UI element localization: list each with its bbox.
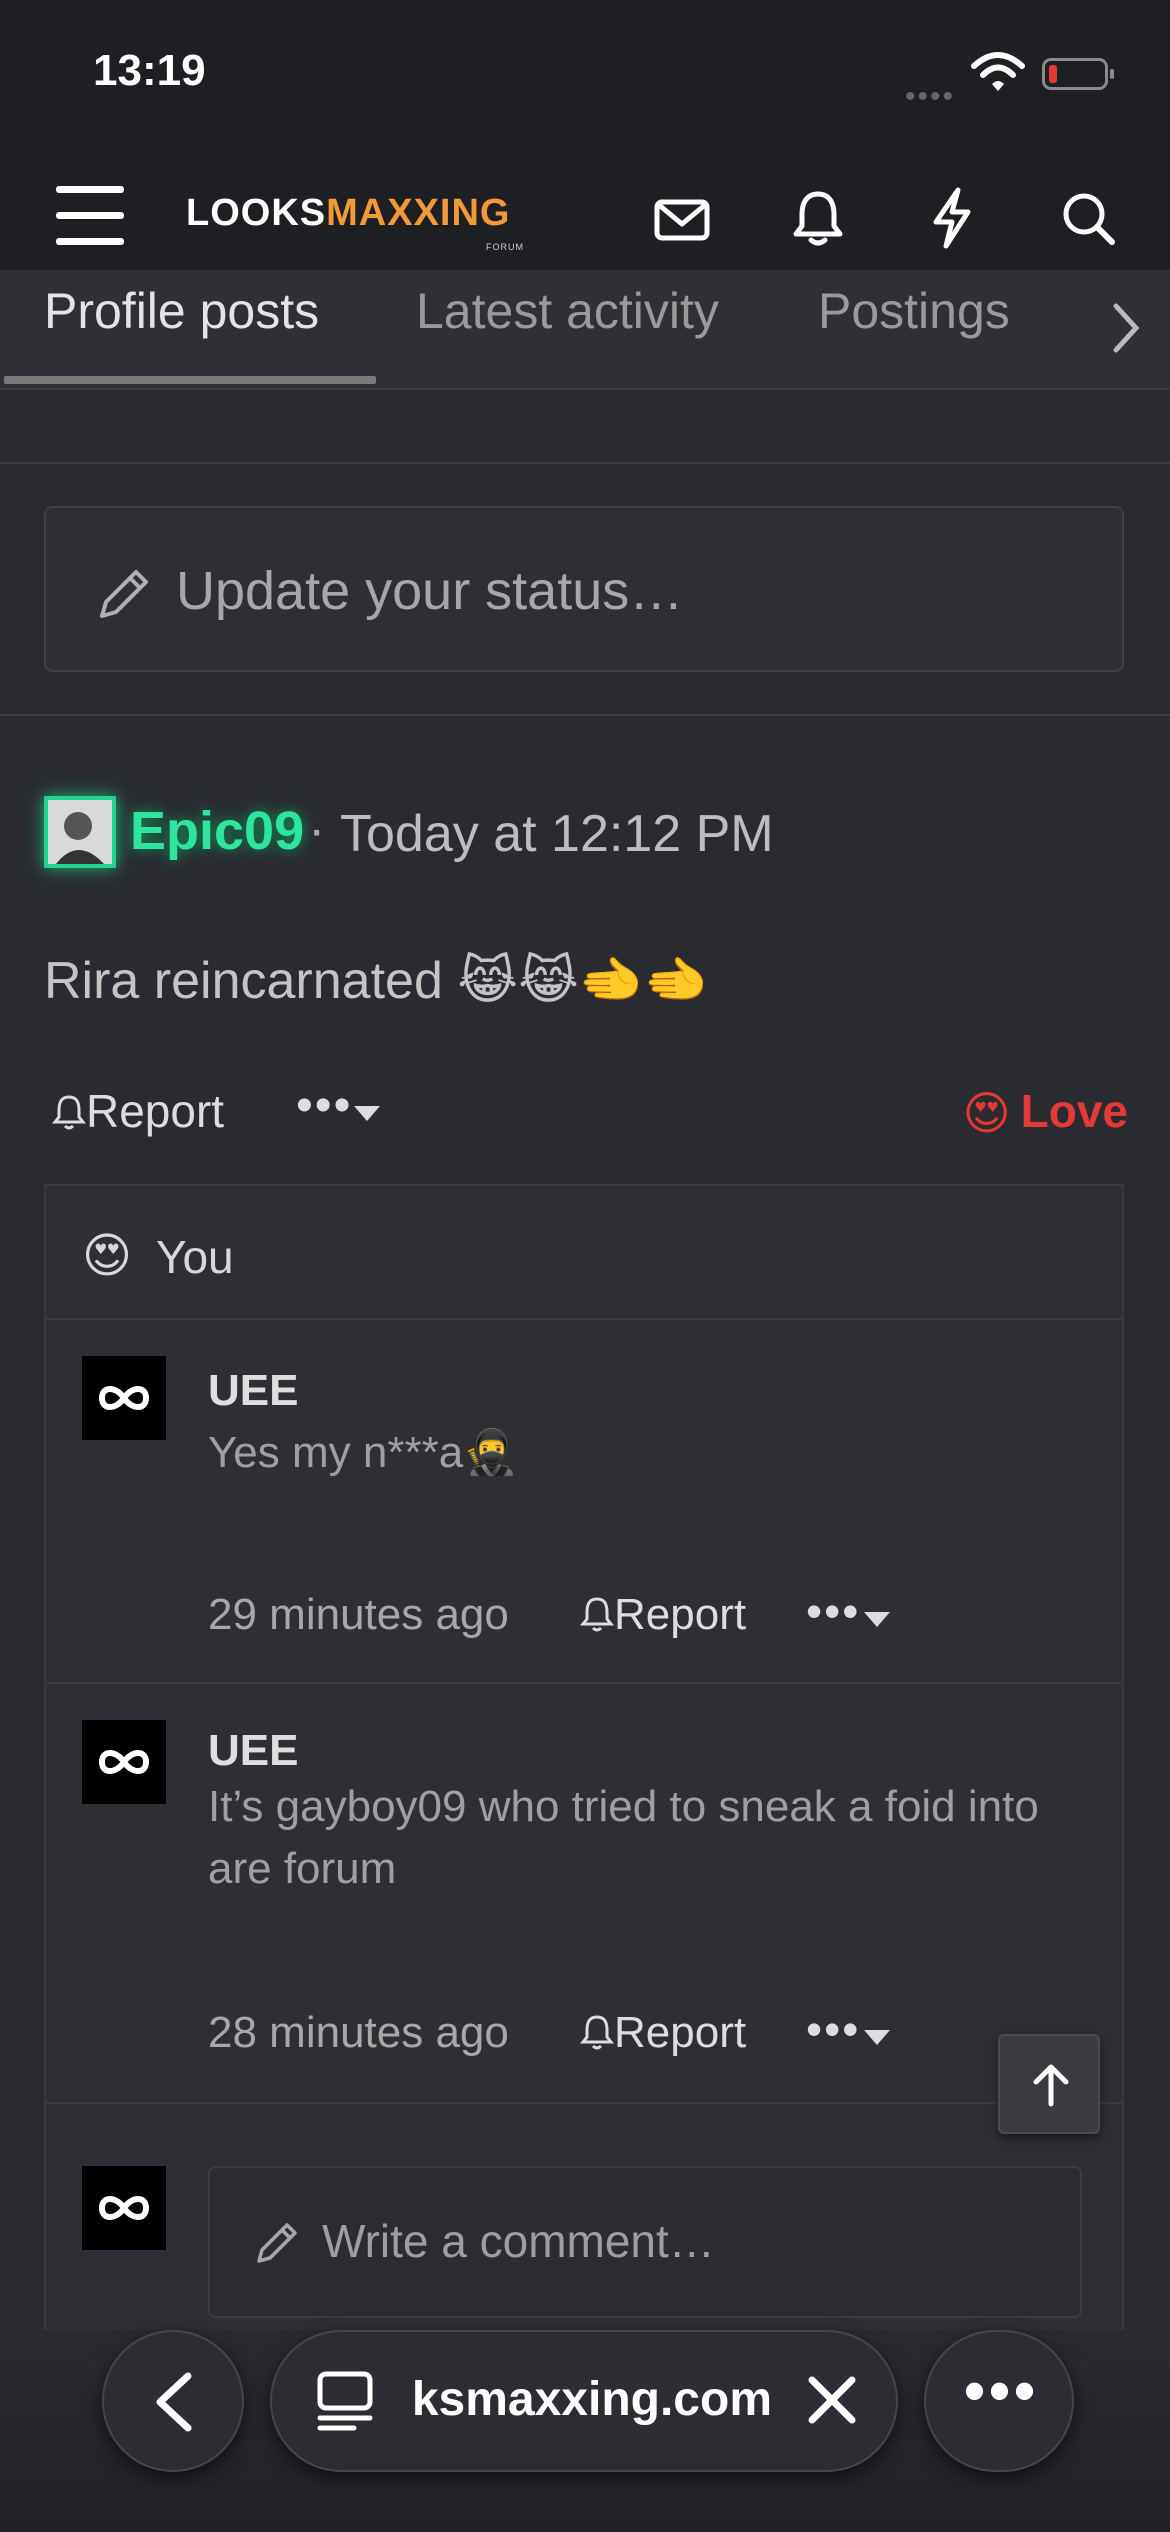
profile-tabs: Profile posts Latest activity Postings (0, 270, 1170, 390)
comment-item: UEE It’s gayboy09 who tried to sneak a f… (46, 1686, 1122, 2104)
bell-outline-icon (580, 2015, 614, 2050)
url-text: looksmaxxing.com (412, 2373, 772, 2426)
avatar[interactable] (82, 1720, 166, 1804)
bell-icon[interactable] (792, 188, 844, 248)
comment-meta: 28 minutes ago Report ••• (208, 2003, 1008, 2068)
active-tab-indicator (4, 376, 376, 384)
logo-text-looks: LOOKS (186, 192, 327, 234)
comment-author[interactable]: UEE (208, 1366, 298, 1416)
more-options-button[interactable]: ••• (806, 1584, 860, 1638)
comment-timestamp[interactable]: 28 minutes ago (208, 2008, 509, 2058)
post-body: Rira reincarnated 😹😹🫲🫲 (44, 952, 709, 1010)
comment-composer: Write a comment… (46, 2130, 1122, 2344)
comment-placeholder: Write a comment… (322, 2215, 715, 2267)
tabs-icon (317, 2371, 373, 2431)
pencil-icon (100, 570, 148, 618)
search-icon[interactable] (1060, 190, 1116, 246)
infinity-logo-icon (98, 2196, 150, 2220)
chevron-down-icon[interactable] (864, 1612, 890, 1627)
tab-postings[interactable]: Postings (818, 282, 1010, 340)
update-status-placeholder: Update your status… (176, 561, 684, 621)
avatar-image-icon (48, 800, 112, 864)
reactions-summary[interactable]: 😍 You (46, 1186, 1122, 1320)
address-bar[interactable]: looksmaxxing.com (270, 2330, 898, 2472)
love-reaction-button[interactable]: 😍 Love (963, 1084, 1128, 1140)
wifi-icon (971, 52, 1025, 91)
browser-toolbar: looksmaxxing.com ••• (0, 2330, 1170, 2532)
tab-profile-posts[interactable]: Profile posts (44, 282, 319, 340)
back-button[interactable] (102, 2330, 244, 2472)
avatar[interactable] (44, 796, 116, 868)
close-icon[interactable] (802, 2370, 862, 2430)
status-update-section: Update your status… (0, 466, 1170, 716)
infinity-logo-icon (98, 1386, 150, 1410)
pencil-icon (257, 2223, 297, 2263)
chevron-right-icon[interactable] (1108, 298, 1144, 358)
comments-section: 😍 You UEE Yes my n***a🥷 29 minutes ago R… (44, 1184, 1124, 2344)
divider-strip (0, 392, 1170, 464)
heart-eyes-icon: 😍 (82, 1230, 133, 1283)
report-label: Report (614, 1590, 747, 1639)
lightning-icon[interactable] (928, 186, 976, 250)
inbox-icon[interactable] (654, 192, 710, 248)
chevron-down-icon[interactable] (864, 2030, 890, 2045)
report-button[interactable]: Report (580, 2008, 746, 2058)
arrow-up-icon (1033, 2064, 1069, 2107)
more-options-button[interactable]: ••• (296, 1078, 352, 1133)
bell-outline-icon (580, 1597, 614, 1632)
comment-meta: 29 minutes ago Report ••• (208, 1585, 1008, 1650)
report-button[interactable]: Report (580, 1590, 746, 1640)
comment-item: UEE Yes my n***a🥷 29 minutes ago Report … (46, 1322, 1122, 1684)
logo-subtitle: FORUM (486, 242, 524, 252)
logo-text-maxxing: MAXXING (326, 192, 511, 234)
reactions-users: You (156, 1231, 234, 1283)
post-author[interactable]: Epic09 (130, 800, 304, 862)
comment-timestamp[interactable]: 29 minutes ago (208, 1590, 509, 1640)
tab-latest-activity[interactable]: Latest activity (416, 282, 719, 340)
battery-icon (1042, 58, 1114, 90)
avatar (82, 2166, 166, 2250)
site-logo[interactable]: LOOKSMAXXING FORUM (186, 192, 523, 252)
status-time: 13:19 (93, 46, 206, 95)
bell-outline-icon (52, 1095, 86, 1130)
avatar[interactable] (82, 1356, 166, 1440)
heart-eyes-icon: 😍 (962, 1087, 1011, 1139)
post-actions: Report ••• 😍 Love (52, 1079, 1132, 1144)
comment-author[interactable]: UEE (208, 1726, 298, 1776)
cell-signal-icon: •••• (905, 80, 956, 113)
update-status-field[interactable]: Update your status… (44, 506, 1124, 672)
meta-separator: · (308, 801, 326, 859)
ios-status-bar: 13:19 •••• (0, 0, 1170, 150)
report-button[interactable]: Report (52, 1084, 224, 1138)
comment-input[interactable]: Write a comment… (208, 2166, 1082, 2318)
scroll-to-top-button[interactable] (998, 2034, 1100, 2134)
report-label: Report (86, 1085, 225, 1137)
post-timestamp[interactable]: Today at 12:12 PM (340, 804, 774, 864)
report-label: Report (614, 2008, 747, 2057)
more-options-button[interactable]: ••• (806, 2002, 860, 2056)
comment-text: Yes my n***a🥷 (208, 1428, 518, 1477)
love-label: Love (1020, 1085, 1128, 1137)
chevron-left-icon (156, 2372, 192, 2432)
infinity-logo-icon (98, 1750, 150, 1774)
menu-icon[interactable] (56, 186, 124, 246)
more-icon: ••• (964, 2357, 1040, 2424)
comment-text: It’s gayboy09 who tried to sneak a foid … (208, 1782, 1039, 1893)
browser-more-button[interactable]: ••• (924, 2330, 1074, 2472)
profile-post: Epic09 · Today at 12:12 PM Rira reincarn… (0, 752, 1170, 2532)
chevron-down-icon[interactable] (354, 1106, 380, 1121)
